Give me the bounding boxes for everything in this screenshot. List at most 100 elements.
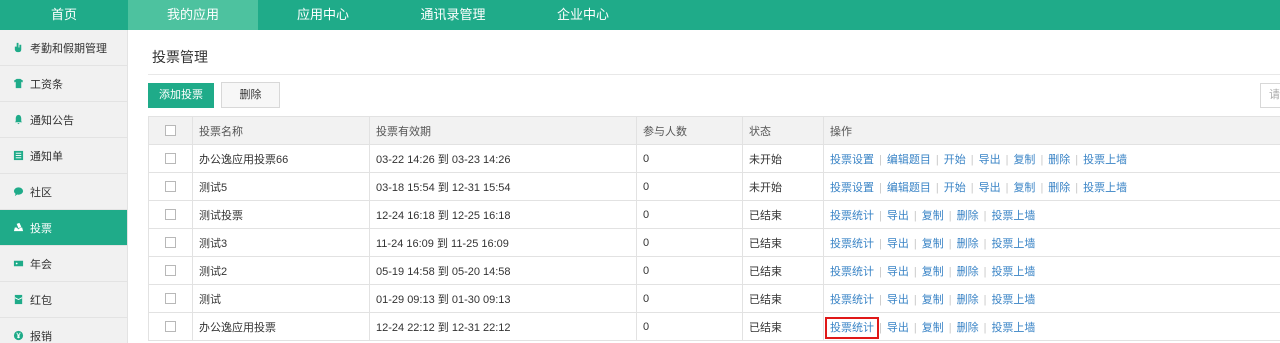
nav-item-0[interactable]: 首页 <box>0 0 128 30</box>
actions-cell: 投票统计 | 导出 | 复制 | 删除 | 投票上墙 <box>823 200 1280 229</box>
action-link[interactable]: 导出 <box>887 294 909 306</box>
sidebar-item-4[interactable]: 社区 <box>0 174 127 210</box>
action-link[interactable]: 投票统计 <box>825 316 879 339</box>
sidebar-item-label: 通知公告 <box>30 114 74 127</box>
action-link[interactable]: 投票设置 <box>830 182 874 194</box>
action-link[interactable]: 开始 <box>944 182 966 194</box>
action-link[interactable]: 投票统计 <box>830 266 874 278</box>
status-cell: 未开始 <box>742 172 824 201</box>
row-checkbox[interactable] <box>148 172 193 201</box>
sidebar-item-1[interactable]: 工资条 <box>0 66 127 102</box>
sidebar-item-5[interactable]: 投票 <box>0 210 127 246</box>
action-link[interactable]: 删除 <box>957 266 979 278</box>
action-link[interactable]: 删除 <box>1048 182 1070 194</box>
action-link[interactable]: 复制 <box>922 294 944 306</box>
action-link[interactable]: 投票上墙 <box>991 266 1035 278</box>
row-checkbox[interactable] <box>148 200 193 229</box>
action-separator: | <box>948 293 952 306</box>
status-cell: 未开始 <box>742 144 824 173</box>
actions-cell: 投票设置 | 编辑题目 | 开始 | 导出 | 复制 | 删除 | 投票上墙 <box>823 172 1280 201</box>
search-input[interactable]: 请 <box>1260 83 1280 108</box>
row-checkbox[interactable] <box>148 284 193 313</box>
action-link[interactable]: 导出 <box>887 238 909 250</box>
actions-cell: 投票统计 | 导出 | 复制 | 删除 | 投票上墙 <box>823 284 1280 313</box>
nav-item-1[interactable]: 我的应用 <box>128 0 258 30</box>
action-separator: | <box>879 209 882 222</box>
sidebar-item-label: 工资条 <box>30 78 63 91</box>
action-link[interactable]: 复制 <box>1013 182 1035 194</box>
select-all-checkbox[interactable] <box>148 116 193 145</box>
actions-cell: 投票统计 | 导出 | 复制 | 删除 | 投票上墙 <box>823 228 1280 257</box>
action-separator: | <box>1005 153 1009 166</box>
action-link[interactable]: 投票上墙 <box>991 322 1035 334</box>
action-link[interactable]: 复制 <box>922 210 944 222</box>
action-link[interactable]: 复制 <box>922 322 944 334</box>
action-separator: | <box>879 265 882 278</box>
action-link[interactable]: 投票上墙 <box>1083 154 1127 166</box>
actions-cell: 投票统计 | 导出 | 复制 | 删除 | 投票上墙 <box>823 256 1280 285</box>
action-link[interactable]: 编辑题目 <box>887 182 931 194</box>
action-separator: | <box>879 293 882 306</box>
row-checkbox[interactable] <box>148 312 193 341</box>
table-row: 测试投票 12-24 16:18 到 12-25 16:18 0 已结束 投票统计 | 导出… <box>148 200 1280 229</box>
add-vote-button[interactable]: 添加投票 <box>148 83 214 108</box>
vote-name-cell: 测试3 <box>192 228 370 257</box>
table-row: 测试5 03-18 15:54 到 12-31 15:54 0 未开始 投票设置 | 编辑题… <box>148 172 1280 201</box>
action-link[interactable]: 投票设置 <box>830 154 874 166</box>
action-link[interactable]: 投票上墙 <box>991 238 1035 250</box>
sidebar-item-7[interactable]: 红包 <box>0 282 127 318</box>
action-link[interactable]: 导出 <box>887 322 909 334</box>
action-link[interactable]: 导出 <box>979 154 1001 166</box>
sidebar-item-8[interactable]: 报销 <box>0 318 127 343</box>
vote-name-cell: 测试5 <box>192 172 370 201</box>
row-checkbox[interactable] <box>148 228 193 257</box>
participant-count-cell: 0 <box>636 144 743 173</box>
action-separator: | <box>913 293 917 306</box>
row-checkbox[interactable] <box>148 256 193 285</box>
action-separator: | <box>983 237 987 250</box>
action-link[interactable]: 投票上墙 <box>1083 182 1127 194</box>
sidebar-item-2[interactable]: 通知公告 <box>0 102 127 138</box>
action-separator: | <box>879 321 882 334</box>
action-separator: | <box>948 237 952 250</box>
sidebar-item-label: 通知单 <box>30 150 63 163</box>
action-link[interactable]: 导出 <box>887 266 909 278</box>
nav-item-4[interactable]: 企业中心 <box>518 0 648 30</box>
action-link[interactable]: 删除 <box>957 210 979 222</box>
action-link[interactable]: 删除 <box>1048 154 1070 166</box>
nav-item-3[interactable]: 通讯录管理 <box>388 0 518 30</box>
action-link[interactable]: 删除 <box>957 238 979 250</box>
sidebar-item-3[interactable]: 通知单 <box>0 138 127 174</box>
row-checkbox[interactable] <box>148 144 193 173</box>
action-separator: | <box>1075 181 1079 194</box>
action-separator: | <box>948 265 952 278</box>
action-link[interactable]: 导出 <box>979 182 1001 194</box>
action-link[interactable]: 复制 <box>922 266 944 278</box>
action-link[interactable]: 投票统计 <box>830 210 874 222</box>
action-link[interactable]: 编辑题目 <box>887 154 931 166</box>
table-row: 办公逸应用投票66 03-22 14:26 到 03-23 14:26 0 未开始 投票… <box>148 144 1280 173</box>
nav-item-2[interactable]: 应用中心 <box>258 0 388 30</box>
sidebar-item-0[interactable]: 考勤和假期管理 <box>0 30 127 66</box>
vote-period-cell: 03-22 14:26 到 03-23 14:26 <box>369 144 637 173</box>
delete-button[interactable]: 删除 <box>221 82 280 108</box>
action-link[interactable]: 复制 <box>1013 154 1035 166</box>
vote-period-cell: 01-29 09:13 到 01-30 09:13 <box>369 284 637 313</box>
action-link[interactable]: 删除 <box>957 294 979 306</box>
sidebar-item-6[interactable]: 年会 <box>0 246 127 282</box>
action-link[interactable]: 投票上墙 <box>991 210 1035 222</box>
action-link[interactable]: 开始 <box>944 154 966 166</box>
ticket-icon <box>12 258 24 270</box>
action-link[interactable]: 导出 <box>887 210 909 222</box>
action-link[interactable]: 投票统计 <box>830 294 874 306</box>
action-separator: | <box>935 153 939 166</box>
action-link[interactable]: 复制 <box>922 238 944 250</box>
column-header-name: 投票名称 <box>192 116 370 145</box>
participant-count-cell: 0 <box>636 312 743 341</box>
bell-icon <box>12 114 24 126</box>
top-nav: 首页 我的应用 应用中心 通讯录管理 企业中心 <box>0 0 1280 30</box>
action-link[interactable]: 投票统计 <box>830 238 874 250</box>
action-link[interactable]: 投票上墙 <box>991 294 1035 306</box>
column-header-actions: 操作 <box>823 116 1280 145</box>
action-link[interactable]: 删除 <box>957 322 979 334</box>
